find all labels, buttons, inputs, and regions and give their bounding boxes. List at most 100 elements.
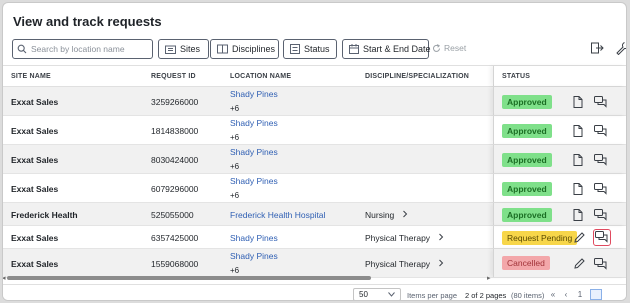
export-icon[interactable] xyxy=(590,41,604,55)
page-info: 2 of 2 pages xyxy=(465,291,507,300)
header-site-name[interactable]: SITE NAME xyxy=(11,73,51,80)
request-id: 3259266000 xyxy=(151,97,199,107)
status-cell: Approved xyxy=(493,145,626,173)
search-icon xyxy=(17,44,27,54)
table-row[interactable]: Exxat Sales 3259266000 Shady Pines +6 Ap… xyxy=(3,87,626,116)
discipline[interactable]: Nursing xyxy=(365,210,408,220)
table-row[interactable]: Exxat Sales 1814838000 Shady Pines +6 Ap… xyxy=(3,116,626,145)
chat-icon[interactable] xyxy=(594,96,607,108)
more-locations[interactable]: +6 xyxy=(230,133,239,142)
book-icon xyxy=(217,44,228,54)
request-id: 525055000 xyxy=(151,210,194,220)
discipline[interactable]: Physical Therapy xyxy=(365,259,444,269)
status-header-cell: STATUS xyxy=(493,66,626,86)
chat-icon[interactable] xyxy=(594,154,607,166)
building-icon xyxy=(165,44,176,54)
more-locations[interactable]: +6 xyxy=(230,191,239,200)
list-icon xyxy=(290,44,300,54)
calendar-icon xyxy=(349,44,359,54)
site-name: Exxat Sales xyxy=(11,259,59,269)
current-page-button[interactable] xyxy=(590,289,602,300)
site-name: Frederick Health xyxy=(11,210,78,220)
document-icon[interactable] xyxy=(573,96,585,108)
request-id: 6079296000 xyxy=(151,184,199,194)
location-link[interactable]: Shady Pines xyxy=(230,176,278,186)
table-header: SITE NAME REQUEST ID LOCATION NAME DISCI… xyxy=(3,65,626,87)
status-filter-button[interactable]: Status xyxy=(283,39,337,59)
status-badge: Approved xyxy=(502,208,552,222)
status-badge: Approved xyxy=(502,153,552,167)
header-request-id[interactable]: REQUEST ID xyxy=(151,73,196,80)
status-badge: Approved xyxy=(502,95,552,109)
disciplines-filter-button[interactable]: Disciplines xyxy=(210,39,279,59)
page-title: View and track requests xyxy=(13,14,162,29)
location-link[interactable]: Shady Pines xyxy=(230,233,278,243)
more-locations[interactable]: +6 xyxy=(230,266,239,275)
table-row[interactable]: Exxat Sales 6079296000 Shady Pines +6 Ap… xyxy=(3,174,626,203)
document-icon[interactable] xyxy=(573,125,585,137)
sites-filter-button[interactable]: Sites xyxy=(158,39,209,59)
header-status[interactable]: STATUS xyxy=(502,73,530,80)
pencil-icon[interactable] xyxy=(574,232,586,244)
document-icon[interactable] xyxy=(573,209,585,221)
scroll-right-icon[interactable]: ▸ xyxy=(487,274,491,282)
chat-icon[interactable] xyxy=(593,229,611,246)
header-discipline[interactable]: DISCIPLINE/SPECIALIZATION xyxy=(365,73,469,80)
chat-icon[interactable] xyxy=(594,258,607,270)
date-filter-button[interactable]: Start & End Date xyxy=(342,39,431,59)
prev-page-icon[interactable]: ‹ xyxy=(560,289,572,300)
items-per-page-label: Items per page xyxy=(407,291,458,300)
location-link[interactable]: Shady Pines xyxy=(230,251,278,261)
table-row[interactable]: Exxat Sales 8030424000 Shady Pines +6 Ap… xyxy=(3,145,626,174)
chevron-right-icon xyxy=(438,259,444,269)
status-cell: Approved xyxy=(493,116,626,144)
request-id: 1559068000 xyxy=(151,259,199,269)
status-cell: Approved xyxy=(493,87,626,115)
table-row[interactable]: Exxat Sales 6357425000 Shady Pines Physi… xyxy=(3,226,626,249)
status-cell: Approved xyxy=(493,203,626,225)
toolbar: Sites Disciplines Status Start & End Dat… xyxy=(12,39,626,59)
first-page-icon[interactable]: « xyxy=(547,289,559,300)
table-row[interactable]: Frederick Health 525055000 Frederick Hea… xyxy=(3,203,626,226)
chevron-down-icon xyxy=(388,290,395,299)
search-box[interactable] xyxy=(12,39,153,59)
request-id: 6357425000 xyxy=(151,233,199,243)
request-id: 1814838000 xyxy=(151,126,199,136)
reset-button[interactable]: Reset xyxy=(432,43,466,53)
discipline-label: Physical Therapy xyxy=(365,233,431,243)
status-cell: Cancelled xyxy=(493,249,626,277)
document-icon[interactable] xyxy=(573,183,585,195)
chat-icon[interactable] xyxy=(594,209,607,221)
discipline-label: Physical Therapy xyxy=(365,259,431,269)
chat-icon[interactable] xyxy=(594,125,607,137)
status-badge: Approved xyxy=(502,124,552,138)
wrench-icon[interactable] xyxy=(615,41,626,56)
status-badge: Approved xyxy=(502,182,552,196)
table-row[interactable]: Exxat Sales 1559068000 Shady Pines +6 Ph… xyxy=(3,249,626,278)
page-1-button[interactable]: 1 xyxy=(574,289,586,300)
status-cell: Approved xyxy=(493,174,626,202)
horizontal-scrollbar[interactable] xyxy=(7,276,371,280)
chat-icon[interactable] xyxy=(594,183,607,195)
disciplines-filter-label: Disciplines xyxy=(232,44,276,54)
discipline-label: Nursing xyxy=(365,210,395,220)
scroll-left-icon[interactable]: ◂ xyxy=(3,274,6,282)
document-icon[interactable] xyxy=(573,154,585,166)
location-link[interactable]: Shady Pines xyxy=(230,147,278,157)
search-input[interactable] xyxy=(31,44,141,54)
status-filter-label: Status xyxy=(304,44,330,54)
header-location-name[interactable]: LOCATION NAME xyxy=(230,73,291,80)
discipline[interactable]: Physical Therapy xyxy=(365,233,444,243)
pencil-icon[interactable] xyxy=(574,258,586,270)
requests-table: SITE NAME REQUEST ID LOCATION NAME DISCI… xyxy=(3,65,626,278)
more-locations[interactable]: +6 xyxy=(230,104,239,113)
site-name: Exxat Sales xyxy=(11,97,59,107)
requests-card: View and track requests Sites Discipline… xyxy=(2,2,627,301)
items-per-page-select[interactable]: 50 xyxy=(353,288,401,300)
more-locations[interactable]: +6 xyxy=(230,162,239,171)
location-link[interactable]: Shady Pines xyxy=(230,89,278,99)
location-link[interactable]: Frederick Health Hospital xyxy=(230,210,325,220)
reset-label: Reset xyxy=(444,43,467,53)
chevron-right-icon xyxy=(402,210,408,220)
location-link[interactable]: Shady Pines xyxy=(230,118,278,128)
